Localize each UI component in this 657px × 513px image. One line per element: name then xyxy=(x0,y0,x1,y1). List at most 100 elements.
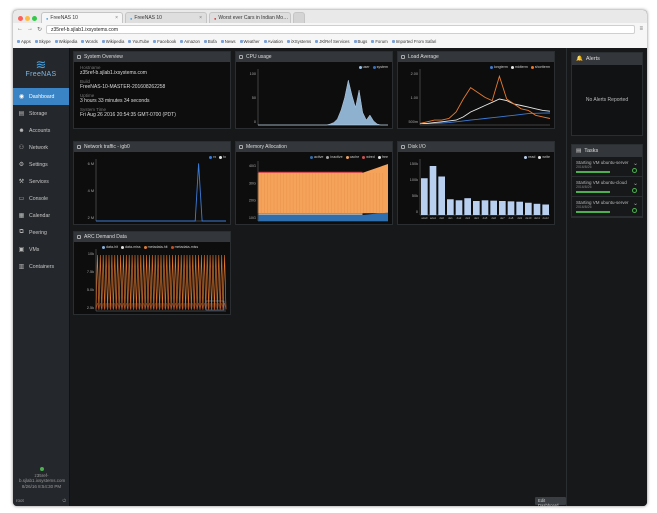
bookmark-item[interactable]: Wikipedia xyxy=(54,39,77,44)
system-overview-header[interactable]: System Overview xyxy=(74,52,230,62)
tab-close-icon[interactable]: × xyxy=(115,15,118,21)
sidebar: ≋ FreeNAS ◉ Dashboard ▤ Storage ☻ Accounts ⚇ Ne… xyxy=(13,48,70,506)
browser-tab[interactable]: ●Worst ever Cars in Indian Mo…× xyxy=(209,12,291,23)
bookmark-item[interactable]: Aviation xyxy=(263,39,283,44)
alerts-empty-text: No Alerts Reported xyxy=(572,65,642,135)
bookmark-item[interactable]: Amazon xyxy=(180,39,200,44)
tab-close-icon[interactable]: × xyxy=(290,15,291,21)
tab-close-icon[interactable]: × xyxy=(199,15,202,21)
load-average-header[interactable]: Load Average xyxy=(398,52,554,62)
sidebar-item-calendar[interactable]: ▦ Calendar xyxy=(13,207,69,224)
bookmark-item[interactable]: Wikipedia xyxy=(101,39,124,44)
bookmark-icon xyxy=(263,40,267,43)
disk-category-label: da4 xyxy=(474,216,479,220)
bookmark-item[interactable]: News xyxy=(220,39,236,44)
bookmark-label: Forum xyxy=(375,39,388,44)
new-tab-button[interactable] xyxy=(293,12,305,23)
minimize-window-button[interactable] xyxy=(25,16,30,21)
disk-bar xyxy=(542,204,549,215)
dashboard: System Overview Hostname z35ref-b.sjlab1… xyxy=(70,48,566,506)
sidebar-item-label: Console xyxy=(29,195,49,202)
bookmark-item[interactable]: Bofa xyxy=(203,39,217,44)
disk-bar xyxy=(429,166,437,215)
menu-icon[interactable]: ≡ xyxy=(639,26,643,32)
chevron-down-icon[interactable]: ⌄ xyxy=(633,180,638,187)
browser-tab[interactable]: ● FreeNAS 10 × xyxy=(41,12,123,23)
cpu-usage-header[interactable]: CPU usage xyxy=(236,52,392,62)
reload-icon[interactable]: ↻ xyxy=(37,26,42,33)
peering-icon: ⧉ xyxy=(19,229,24,235)
bookmark-item[interactable]: Imported From Safari xyxy=(391,39,436,44)
disk-category-label: da10 xyxy=(525,216,532,220)
sidebar-item-storage[interactable]: ▤ Storage xyxy=(13,105,69,122)
bookmark-item[interactable]: YouTube xyxy=(128,39,149,44)
sidebar-item-label: VMs xyxy=(29,246,40,253)
disk-bar xyxy=(455,200,463,215)
url-input[interactable]: z35ref-b.sjlab1.ixsystems.com xyxy=(46,24,636,34)
widget-handle-icon xyxy=(401,55,405,59)
back-icon[interactable]: ← xyxy=(17,26,23,32)
task-complete-icon xyxy=(632,188,637,193)
bookmark-label: JKlRef Services xyxy=(319,39,350,44)
sidebar-item-accounts[interactable]: ☻ Accounts xyxy=(13,122,69,139)
bookmark-item[interactable]: Weather xyxy=(239,39,260,44)
browser-tab[interactable]: ● FreeNAS 10 × xyxy=(125,12,207,23)
tasks-icon: ▤ xyxy=(576,148,582,154)
sidebar-item-containers[interactable]: ▥ Containers xyxy=(13,258,69,275)
widget-title: Load Average xyxy=(408,54,439,60)
memory-allocation-header[interactable]: Memory Allocation xyxy=(236,142,392,152)
widget-title: Network traffic - igb0 xyxy=(84,144,130,150)
task-progress-bar xyxy=(576,211,610,213)
memory-band-wired xyxy=(258,171,363,173)
maximize-window-button[interactable] xyxy=(32,16,37,21)
bookmark-item[interactable]: Facebook xyxy=(153,39,176,44)
disk-bar xyxy=(525,202,532,215)
sidebar-item-dashboard[interactable]: ◉ Dashboard xyxy=(13,88,69,105)
bookmark-icon xyxy=(286,40,290,43)
sidebar-item-vms[interactable]: ▣ VMs xyxy=(13,241,69,258)
bookmark-item[interactable]: Forum xyxy=(371,39,388,44)
arc-line-metadata-miss xyxy=(95,302,227,311)
power-icon[interactable]: ⏻ xyxy=(62,498,66,503)
chevron-down-icon[interactable]: ⌄ xyxy=(633,160,638,167)
forward-icon[interactable]: → xyxy=(27,26,33,32)
network-traffic-header[interactable]: Network traffic - igb0 xyxy=(74,142,230,152)
sidebar-item-network[interactable]: ⚇ Network xyxy=(13,139,69,156)
memory-chart: 40G 30G 20G 10G xyxy=(249,161,388,222)
bookmark-item[interactable]: JKlRef Services xyxy=(315,39,350,44)
bookmark-icon xyxy=(54,40,58,43)
task-item[interactable]: Starting VM ubuntu-server 2016/8/26 ⌄ xyxy=(572,157,642,177)
bookmark-icon xyxy=(315,40,319,43)
task-item[interactable]: Starting VM ubuntu-cloud 2016/8/26 ⌄ xyxy=(572,177,642,197)
task-complete-icon xyxy=(632,168,637,173)
freenas-logo[interactable]: ≋ FreeNAS xyxy=(13,48,69,88)
sidebar-item-services[interactable]: ⚒ Services xyxy=(13,173,69,190)
bookmark-icon xyxy=(128,40,132,43)
system-time: 8/26/16 8:54:30 PM xyxy=(21,484,62,489)
bookmark-item[interactable]: Apps xyxy=(17,39,31,44)
task-date: 2016/8/26 xyxy=(576,165,592,169)
close-window-button[interactable] xyxy=(18,16,23,21)
arc-demand-header[interactable]: ARC Demand Data xyxy=(74,232,230,242)
widget-handle-icon xyxy=(77,145,81,149)
alerts-header[interactable]: 🔔 Alerts xyxy=(572,53,642,65)
task-item[interactable]: Starting VM ubuntu-server 2016/8/26 ⌄ xyxy=(572,197,642,217)
tasks-title: Tasks xyxy=(584,148,599,154)
user-name[interactable]: root xyxy=(16,498,24,503)
sidebar-item-console[interactable]: ▭ Console xyxy=(13,190,69,207)
edit-dashboard-button[interactable]: Edit Dashboard xyxy=(535,497,566,506)
sidebar-item-settings[interactable]: ⚙ Settings xyxy=(13,156,69,173)
chevron-down-icon[interactable]: ⌄ xyxy=(633,200,638,207)
bookmark-item[interactable]: iXSystems xyxy=(286,39,311,44)
bookmark-item[interactable]: Bugs xyxy=(353,39,368,44)
sidebar-item-label: Dashboard xyxy=(29,93,55,100)
bookmark-label: Bugs xyxy=(357,39,368,44)
bookmark-item[interactable]: Words xyxy=(81,39,98,44)
tasks-header[interactable]: ▤ Tasks xyxy=(572,145,642,157)
bookmark-item[interactable]: Skype xyxy=(34,39,51,44)
disk-io-header[interactable]: Disk I/O xyxy=(398,142,554,152)
bookmark-icon xyxy=(17,40,20,43)
sidebar-item-peering[interactable]: ⧉ Peering xyxy=(13,224,69,241)
y-tick-label: 20G xyxy=(249,199,256,203)
sidebar-item-label: Settings xyxy=(29,161,48,168)
